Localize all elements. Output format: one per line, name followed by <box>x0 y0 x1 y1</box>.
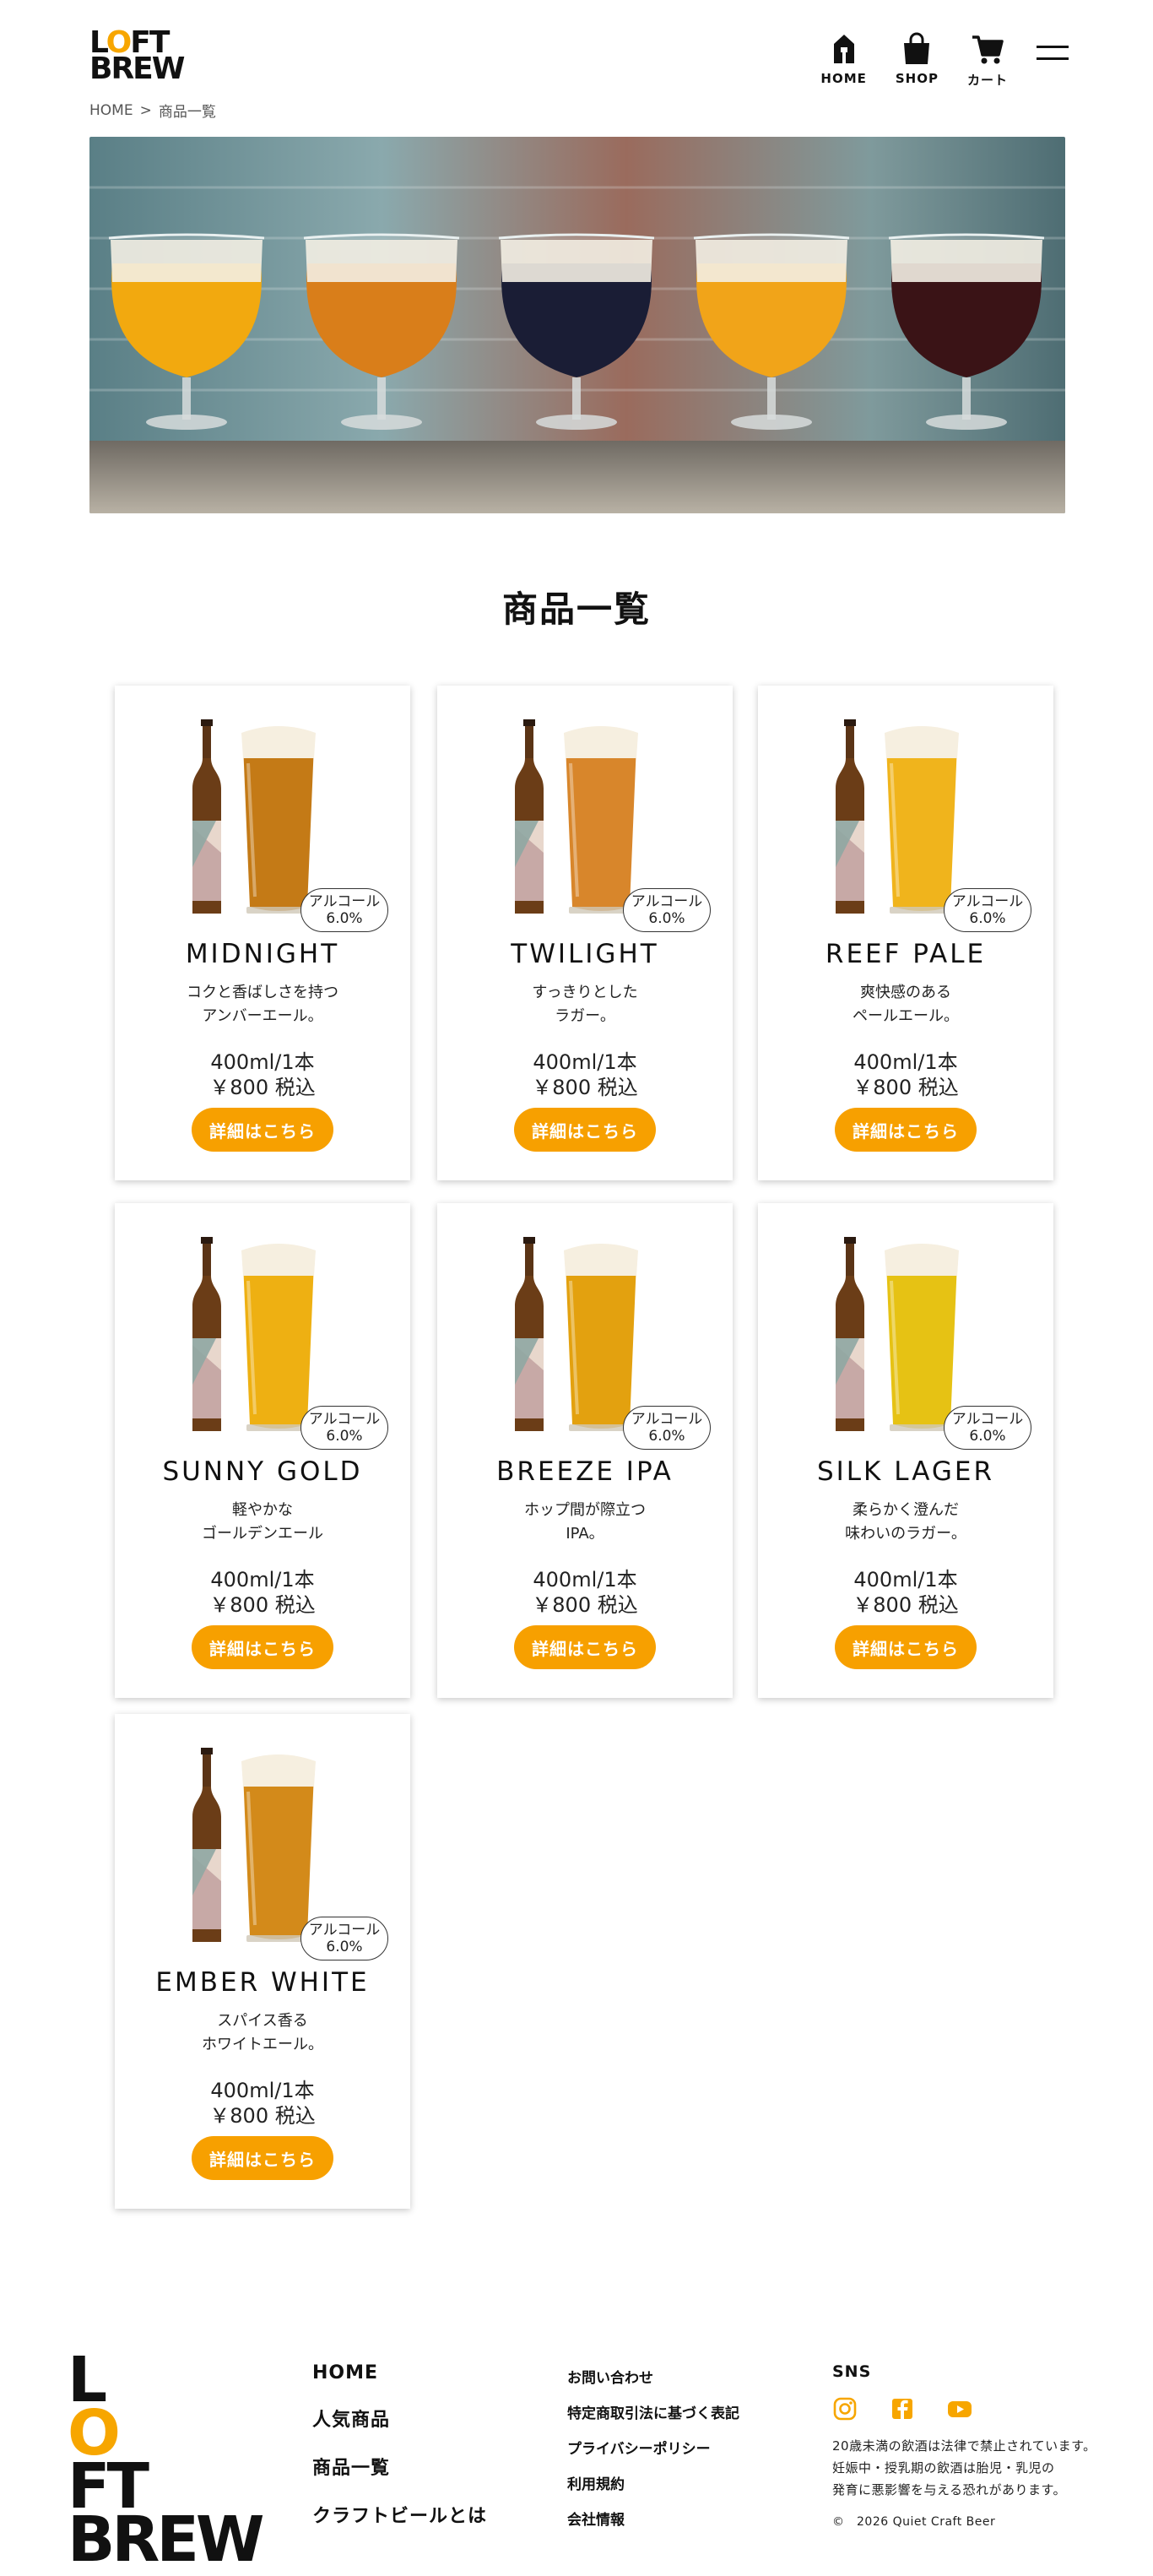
product-card: アルコール 6.0% BREEZE IPA ホップ間が際立つ IPA。 400m… <box>437 1203 733 1698</box>
product-name: SILK LAGER <box>816 1456 995 1487</box>
footer-link-privacy[interactable]: プライバシーポリシー <box>567 2437 739 2458</box>
beer-glass-image <box>241 1244 316 1431</box>
product-detail-button[interactable]: 詳細はこちら <box>835 1625 977 1669</box>
footer-nav-info: お問い合わせ 特定商取引法に基づく表記 プライバシーポリシー 利用規約 会社情報 <box>567 2366 739 2529</box>
bottle-image <box>192 1748 221 1942</box>
nav-shop-label: SHOP <box>895 71 939 86</box>
product-name: REEF PALE <box>825 939 987 969</box>
product-name: TWILIGHT <box>511 939 659 969</box>
product-price: ￥800 税込 <box>209 2104 316 2128</box>
nav-cart-label: カート <box>966 73 1008 88</box>
beer-glass-image <box>241 726 316 914</box>
cart-icon <box>972 35 1004 64</box>
copyright: © 2026 Quiet Craft Beer <box>832 2515 996 2529</box>
shopping-bag-icon <box>904 32 930 64</box>
footer-link-products[interactable]: 商品一覧 <box>312 2453 487 2480</box>
site-logo[interactable]: LOFT BREW <box>89 28 185 84</box>
footer-link-popular[interactable]: 人気商品 <box>312 2405 487 2432</box>
nav-home[interactable]: HOME <box>820 32 866 86</box>
bottle-image <box>515 719 544 914</box>
product-detail-button[interactable]: 詳細はこちら <box>514 1625 656 1669</box>
footer-link-legal[interactable]: 特定商取引法に基づく表記 <box>567 2401 739 2422</box>
product-description: 爽快感のある ペールエール。 <box>853 984 959 1025</box>
product-price: ￥800 税込 <box>853 1593 959 1617</box>
bottle-image <box>836 719 864 914</box>
site-footer: L O FT BREW HOME 人気商品 商品一覧 クラフトビールとは お問い合わ… <box>0 2280 1153 2571</box>
youtube-icon[interactable] <box>947 2396 972 2421</box>
product-description: ホップ間が際立つ IPA。 <box>524 1501 646 1543</box>
product-description: 柔らかく澄んだ 味わいのラガー。 <box>845 1501 966 1543</box>
product-price: ￥800 税込 <box>532 1076 638 1099</box>
product-detail-button[interactable]: 詳細はこちら <box>192 1108 333 1152</box>
beer-glass-image <box>885 1244 959 1431</box>
breadcrumb-separator: > <box>139 101 152 119</box>
abv-badge: アルコール 6.0% <box>300 1406 388 1450</box>
product-card: アルコール 6.0% SILK LAGER 柔らかく澄んだ 味わいのラガー。 4… <box>758 1203 1053 1698</box>
product-price: ￥800 税込 <box>209 1076 316 1099</box>
product-description: コクと香ばしさを持つ アンバーエール。 <box>187 984 338 1025</box>
product-card: アルコール 6.0% REEF PALE 爽快感のある ペールエール。 400m… <box>758 686 1053 1180</box>
abv-badge: アルコール 6.0% <box>944 888 1031 932</box>
abv-badge: アルコール 6.0% <box>300 1917 388 1960</box>
nav-home-label: HOME <box>820 71 867 86</box>
drinking-notice: 20歳未満の飲酒は法律で禁止されています。 妊娠中・授乳期の飲酒は胎児・乳児の … <box>832 2438 1096 2497</box>
product-card: アルコール 6.0% EMBER WHITE スパイス香る ホワイトエール。 4… <box>115 1714 410 2209</box>
hamburger-menu-icon[interactable] <box>1037 42 1069 62</box>
product-name: SUNNY GOLD <box>162 1456 363 1487</box>
abv-badge: アルコール 6.0% <box>944 1406 1031 1450</box>
breadcrumb: HOME > 商品一覧 <box>89 100 216 122</box>
product-price: ￥800 税込 <box>853 1076 959 1099</box>
sns-title: SNS <box>832 2362 872 2381</box>
breadcrumb-home[interactable]: HOME <box>89 102 133 119</box>
product-price: ￥800 税込 <box>532 1593 638 1617</box>
abv-badge: アルコール 6.0% <box>623 1406 711 1450</box>
hero-image <box>89 137 1065 513</box>
instagram-icon[interactable] <box>832 2396 858 2421</box>
product-description: 軽やかな ゴールデンエール <box>202 1501 323 1543</box>
product-description: スパイス香る ホワイトエール。 <box>202 2012 323 2053</box>
product-detail-button[interactable]: 詳細はこちら <box>514 1108 656 1152</box>
product-card: アルコール 6.0% SUNNY GOLD 軽やかな ゴールデンエール 400m… <box>115 1203 410 1698</box>
breadcrumb-current: 商品一覧 <box>158 104 216 121</box>
product-name: EMBER WHITE <box>155 1967 370 1998</box>
footer-link-home[interactable]: HOME <box>312 2362 487 2383</box>
beer-glass-image <box>241 1754 316 1942</box>
product-name: MIDNIGHT <box>185 939 340 969</box>
nav-cart[interactable]: カート <box>967 32 1008 89</box>
footer-link-about-craft-beer[interactable]: クラフトビールとは <box>312 2501 487 2528</box>
facebook-icon[interactable] <box>890 2396 915 2421</box>
product-name: BREEZE IPA <box>496 1456 674 1487</box>
product-card: アルコール 6.0% TWILIGHT すっきりとした ラガー。 400ml/1… <box>437 686 733 1180</box>
footer-sns: SNS 20歳未満の飲酒は法律で禁止されています。 妊娠中・授乳期の飲酒は胎児・… <box>832 2362 1096 2530</box>
abv-badge: アルコール 6.0% <box>300 888 388 932</box>
bottle-image <box>515 1237 544 1431</box>
page-title: 商品一覧 <box>501 588 651 630</box>
bottle-image <box>192 719 221 914</box>
abv-badge: アルコール 6.0% <box>623 888 711 932</box>
product-detail-button[interactable]: 詳細はこちら <box>192 1625 333 1669</box>
home-icon <box>833 35 854 63</box>
beer-glass-image <box>564 1244 638 1431</box>
footer-link-terms[interactable]: 利用規約 <box>567 2472 739 2493</box>
product-card: アルコール 6.0% MIDNIGHT コクと香ばしさを持つ アンバーエール。 … <box>115 686 410 1180</box>
bottle-image <box>836 1237 864 1431</box>
product-detail-button[interactable]: 詳細はこちら <box>192 2136 333 2180</box>
product-detail-button[interactable]: 詳細はこちら <box>835 1108 977 1152</box>
bottle-image <box>192 1237 221 1431</box>
footer-link-company[interactable]: 会社情報 <box>567 2508 739 2529</box>
header-nav: HOME SHOP カート <box>820 32 1069 89</box>
footer-link-contact[interactable]: お問い合わせ <box>567 2366 739 2387</box>
product-price: ￥800 税込 <box>209 1593 316 1617</box>
footer-nav-main: HOME 人気商品 商品一覧 クラフトビールとは <box>312 2362 487 2528</box>
product-description: すっきりとした ラガー。 <box>532 984 638 1025</box>
nav-shop[interactable]: SHOP <box>896 32 939 86</box>
beer-glass-image <box>564 726 638 914</box>
site-header: LOFT BREW HOME SHOP カート HOME > 商品一覧 <box>0 0 1153 127</box>
beer-glass-image <box>885 726 959 914</box>
